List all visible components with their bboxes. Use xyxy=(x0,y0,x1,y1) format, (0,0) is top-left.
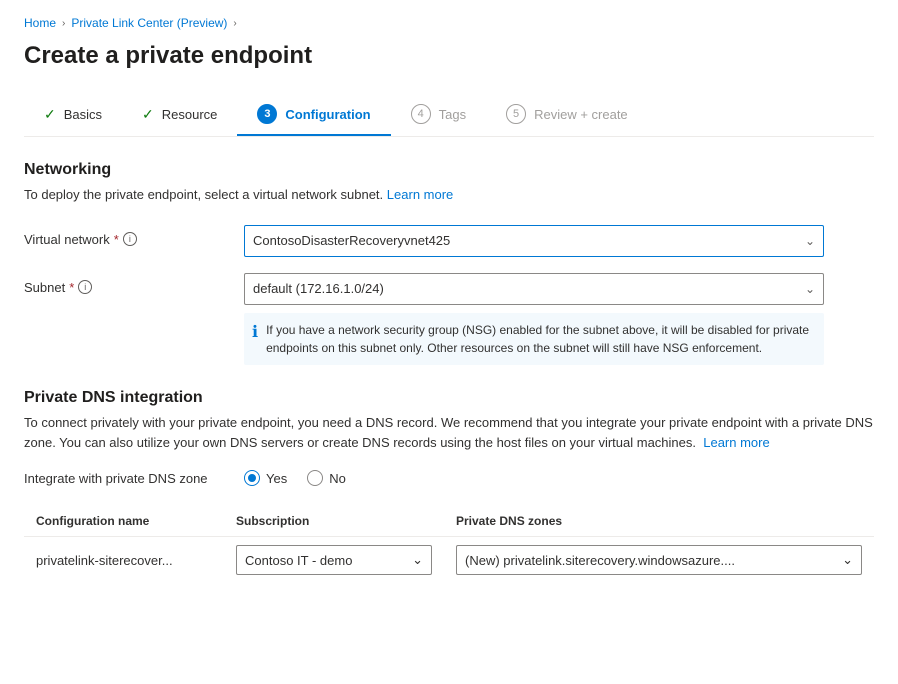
dns-no-label: No xyxy=(329,471,346,486)
dns-learn-more[interactable]: Learn more xyxy=(703,435,769,450)
breadcrumb-parent[interactable]: Private Link Center (Preview) xyxy=(71,16,227,30)
subnet-dropdown[interactable]: default (172.16.1.0/24) ⌄ xyxy=(244,273,824,305)
tab-tags[interactable]: 4 Tags xyxy=(391,94,486,136)
virtual-network-required: * xyxy=(114,232,119,247)
dns-section: Private DNS integration To connect priva… xyxy=(24,389,874,584)
subnet-value: default (172.16.1.0/24) xyxy=(253,281,384,296)
dns-table: Configuration name Subscription Private … xyxy=(24,506,874,583)
dns-zone-cell: (New) privatelink.siterecovery.windowsaz… xyxy=(444,537,874,584)
dns-zone-chevron: ⌄ xyxy=(842,552,853,568)
tab-basics[interactable]: ✓ Basics xyxy=(24,96,122,135)
integrate-dns-row: Integrate with private DNS zone Yes No xyxy=(24,470,874,486)
breadcrumb-chevron-1: › xyxy=(62,18,65,29)
tags-num: 4 xyxy=(411,104,431,124)
tab-review-label: Review + create xyxy=(534,107,628,122)
integrate-dns-label: Integrate with private DNS zone xyxy=(24,471,244,486)
dns-subscription-dropdown[interactable]: Contoso IT - demo ⌄ xyxy=(236,545,432,575)
dns-subscription-chevron: ⌄ xyxy=(412,552,423,568)
networking-learn-more[interactable]: Learn more xyxy=(387,187,453,202)
dns-col-name: Configuration name xyxy=(24,506,224,537)
nsg-info-icon: ℹ xyxy=(252,322,258,357)
configuration-num: 3 xyxy=(257,104,277,124)
dns-yes-radio[interactable] xyxy=(244,470,260,486)
tab-resource-label: Resource xyxy=(162,107,218,122)
dns-title: Private DNS integration xyxy=(24,389,874,407)
tab-basics-label: Basics xyxy=(64,107,102,122)
subnet-label: Subnet * i xyxy=(24,273,244,295)
dns-yes-option[interactable]: Yes xyxy=(244,470,287,486)
tab-configuration[interactable]: 3 Configuration xyxy=(237,94,390,136)
virtual-network-info-icon[interactable]: i xyxy=(123,232,137,246)
dns-yes-radio-inner xyxy=(248,474,256,482)
virtual-network-label: Virtual network * i xyxy=(24,225,244,247)
page-title: Create a private endpoint xyxy=(24,42,874,70)
dns-subscription-value: Contoso IT - demo xyxy=(245,553,352,568)
nsg-info-text: If you have a network security group (NS… xyxy=(266,321,816,357)
dns-radio-group: Yes No xyxy=(244,470,346,486)
tab-configuration-label: Configuration xyxy=(285,107,370,122)
dns-desc: To connect privately with your private e… xyxy=(24,413,874,455)
subnet-required: * xyxy=(69,280,74,295)
nsg-info-box: ℹ If you have a network security group (… xyxy=(244,313,824,365)
subnet-info-icon[interactable]: i xyxy=(78,280,92,294)
networking-desc: To deploy the private endpoint, select a… xyxy=(24,185,874,205)
dns-subscription-cell: Contoso IT - demo ⌄ xyxy=(224,537,444,584)
dns-zone-value: (New) privatelink.siterecovery.windowsaz… xyxy=(465,553,735,568)
dns-zone-dropdown[interactable]: (New) privatelink.siterecovery.windowsaz… xyxy=(456,545,862,575)
basics-check-icon: ✓ xyxy=(44,106,56,123)
virtual-network-control: ContosoDisasterRecoveryvnet425 ⌄ xyxy=(244,225,824,257)
virtual-network-row: Virtual network * i ContosoDisasterRecov… xyxy=(24,225,874,257)
subnet-row: Subnet * i default (172.16.1.0/24) ⌄ ℹ I… xyxy=(24,273,874,365)
networking-section: Networking To deploy the private endpoin… xyxy=(24,161,874,365)
dns-config-name: privatelink-siterecover... xyxy=(24,537,224,584)
tab-review[interactable]: 5 Review + create xyxy=(486,94,648,136)
dns-table-header: Configuration name Subscription Private … xyxy=(24,506,874,537)
virtual-network-chevron: ⌄ xyxy=(805,234,815,248)
breadcrumb-chevron-2: › xyxy=(233,18,236,29)
breadcrumb-home[interactable]: Home xyxy=(24,16,56,30)
tab-tags-label: Tags xyxy=(439,107,466,122)
dns-no-option[interactable]: No xyxy=(307,470,346,486)
resource-check-icon: ✓ xyxy=(142,106,154,123)
dns-no-radio[interactable] xyxy=(307,470,323,486)
dns-yes-label: Yes xyxy=(266,471,287,486)
virtual-network-dropdown[interactable]: ContosoDisasterRecoveryvnet425 ⌄ xyxy=(244,225,824,257)
table-row: privatelink-siterecover... Contoso IT - … xyxy=(24,537,874,584)
wizard-tabs: ✓ Basics ✓ Resource 3 Configuration 4 Ta… xyxy=(24,94,874,137)
virtual-network-value: ContosoDisasterRecoveryvnet425 xyxy=(253,233,450,248)
dns-col-zones: Private DNS zones xyxy=(444,506,874,537)
tab-resource[interactable]: ✓ Resource xyxy=(122,96,237,135)
subnet-control: default (172.16.1.0/24) ⌄ ℹ If you have … xyxy=(244,273,824,365)
review-num: 5 xyxy=(506,104,526,124)
breadcrumb: Home › Private Link Center (Preview) › xyxy=(24,16,874,30)
networking-title: Networking xyxy=(24,161,874,179)
subnet-chevron: ⌄ xyxy=(805,282,815,296)
dns-col-subscription: Subscription xyxy=(224,506,444,537)
